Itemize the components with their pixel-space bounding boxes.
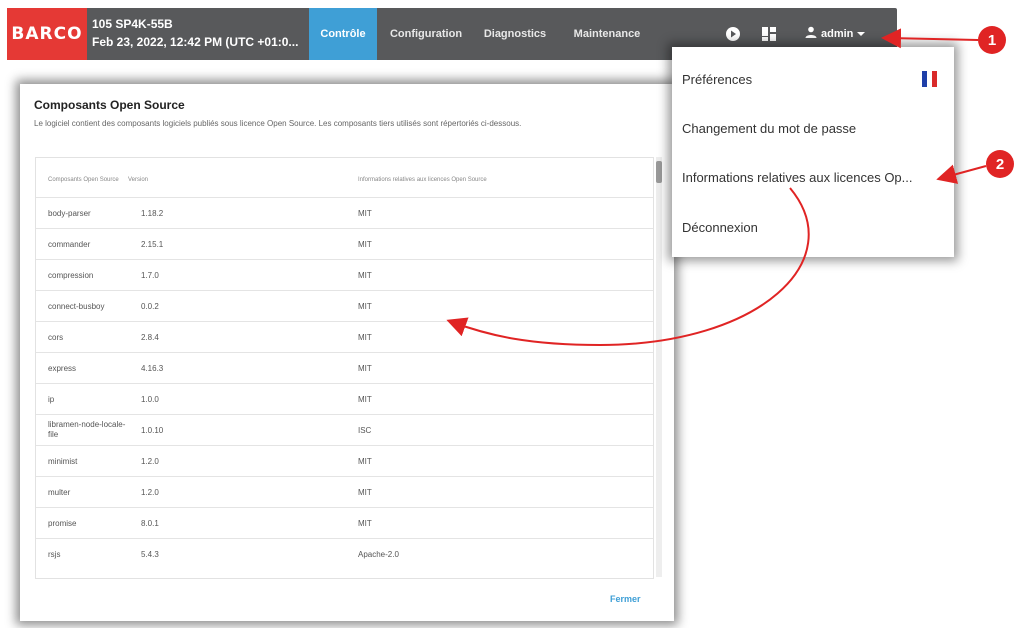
tab-configuration[interactable]: Configuration	[379, 8, 473, 60]
table-row: commander 2.15.1 MIT	[36, 228, 653, 260]
cell-name: minimist	[48, 457, 78, 466]
barco-logo: BARCO	[7, 8, 87, 60]
cell-name: express	[48, 364, 77, 373]
cell-name: ip	[48, 395, 55, 404]
projector-info: 105 SP4K-55B Feb 23, 2022, 12:42 PM (UTC…	[92, 15, 314, 51]
cell-version: 1.18.2	[141, 209, 164, 218]
cell-license: MIT	[358, 333, 372, 342]
cell-license: MIT	[358, 488, 372, 497]
column-header-license: Informations relatives aux licences Open…	[358, 177, 487, 183]
user-icon	[805, 26, 817, 41]
caret-down-icon	[857, 28, 866, 40]
cell-name: body-parser	[48, 209, 91, 218]
cell-version: 2.15.1	[141, 240, 164, 249]
cell-license: ISC	[358, 426, 372, 435]
table-row: rsjs 5.4.3 Apache-2.0	[36, 538, 653, 570]
cell-version: 1.0.10	[141, 426, 164, 435]
column-header-components: Composants Open Source	[48, 177, 119, 183]
table-row: multer 1.2.0 MIT	[36, 476, 653, 508]
table-row: connect-busboy 0.0.2 MIT	[36, 290, 653, 322]
cell-name: rsjs	[48, 550, 61, 559]
cell-version: 1.2.0	[141, 457, 159, 466]
cell-license: MIT	[358, 271, 372, 280]
play-circle-icon[interactable]	[725, 26, 741, 47]
cell-license: MIT	[358, 302, 372, 311]
table-scrollbar[interactable]	[656, 157, 662, 577]
column-header-version: Version	[128, 177, 149, 183]
dialog-title: Composants Open Source	[34, 98, 185, 112]
cell-name: compression	[48, 271, 94, 280]
tab-diagnostics[interactable]: Diagnostics	[473, 8, 557, 60]
cell-name: commander	[48, 240, 91, 249]
cell-license: Apache-2.0	[358, 550, 399, 559]
cell-version: 8.0.1	[141, 519, 159, 528]
cell-version: 2.8.4	[141, 333, 159, 342]
projector-name: 105 SP4K-55B	[92, 17, 173, 31]
user-menu-button[interactable]: admin	[805, 26, 866, 41]
cell-name: libramen-node-locale-file	[48, 420, 126, 439]
cell-license: MIT	[358, 364, 372, 373]
cell-version: 1.0.0	[141, 395, 159, 404]
table-row: minimist 1.2.0 MIT	[36, 445, 653, 477]
cell-version: 1.7.0	[141, 271, 159, 280]
table-row: ip 1.0.0 MIT	[36, 383, 653, 415]
user-dropdown-menu: Préférences Changement du mot de passe I…	[672, 47, 954, 257]
cell-version: 5.4.3	[141, 550, 159, 559]
dialog-description: Le logiciel contient des composants logi…	[34, 119, 522, 128]
table-row: cors 2.8.4 MIT	[36, 321, 653, 353]
screenshot: BARCO 105 SP4K-55B Feb 23, 2022, 12:42 P…	[0, 0, 1023, 628]
open-source-dialog: Composants Open Source Le logiciel conti…	[20, 84, 674, 621]
table-row: libramen-node-locale-file 1.0.10 ISC	[36, 414, 653, 446]
user-label: admin	[821, 27, 854, 40]
cell-version: 0.0.2	[141, 302, 159, 311]
french-flag-icon[interactable]	[922, 71, 937, 87]
projector-datetime: Feb 23, 2022, 12:42 PM (UTC +01:0...	[92, 35, 299, 49]
menu-item-preferences[interactable]: Préférences	[682, 72, 752, 87]
cell-name: cors	[48, 333, 64, 342]
close-button[interactable]: Fermer	[610, 594, 641, 604]
annotation-badge-1: 1	[978, 26, 1006, 54]
cell-license: MIT	[358, 457, 372, 466]
cell-license: MIT	[358, 209, 372, 218]
cell-name: multer	[48, 488, 71, 497]
menu-item-open-source-licenses[interactable]: Informations relatives aux licences Op..…	[682, 170, 913, 185]
scrollbar-thumb[interactable]	[656, 161, 662, 183]
cell-license: MIT	[358, 395, 372, 404]
annotation-badge-2: 2	[986, 150, 1014, 178]
grid-layout-icon[interactable]	[761, 26, 777, 47]
cell-version: 1.2.0	[141, 488, 159, 497]
cell-license: MIT	[358, 240, 372, 249]
menu-item-logout[interactable]: Déconnexion	[682, 220, 758, 235]
cell-license: MIT	[358, 519, 372, 528]
table-row: express 4.16.3 MIT	[36, 352, 653, 384]
table-row: compression 1.7.0 MIT	[36, 259, 653, 291]
table-row: body-parser 1.18.2 MIT	[36, 197, 653, 229]
components-table: Composants Open Source Version Informati…	[35, 157, 654, 579]
menu-item-change-password[interactable]: Changement du mot de passe	[682, 121, 856, 136]
tab-controle[interactable]: Contrôle	[309, 8, 377, 60]
cell-version: 4.16.3	[141, 364, 164, 373]
cell-name: connect-busboy	[48, 302, 105, 311]
cell-name: promise	[48, 519, 77, 528]
annotation-arrow-1	[881, 28, 979, 49]
table-row: promise 8.0.1 MIT	[36, 507, 653, 539]
tab-maintenance[interactable]: Maintenance	[559, 8, 655, 60]
